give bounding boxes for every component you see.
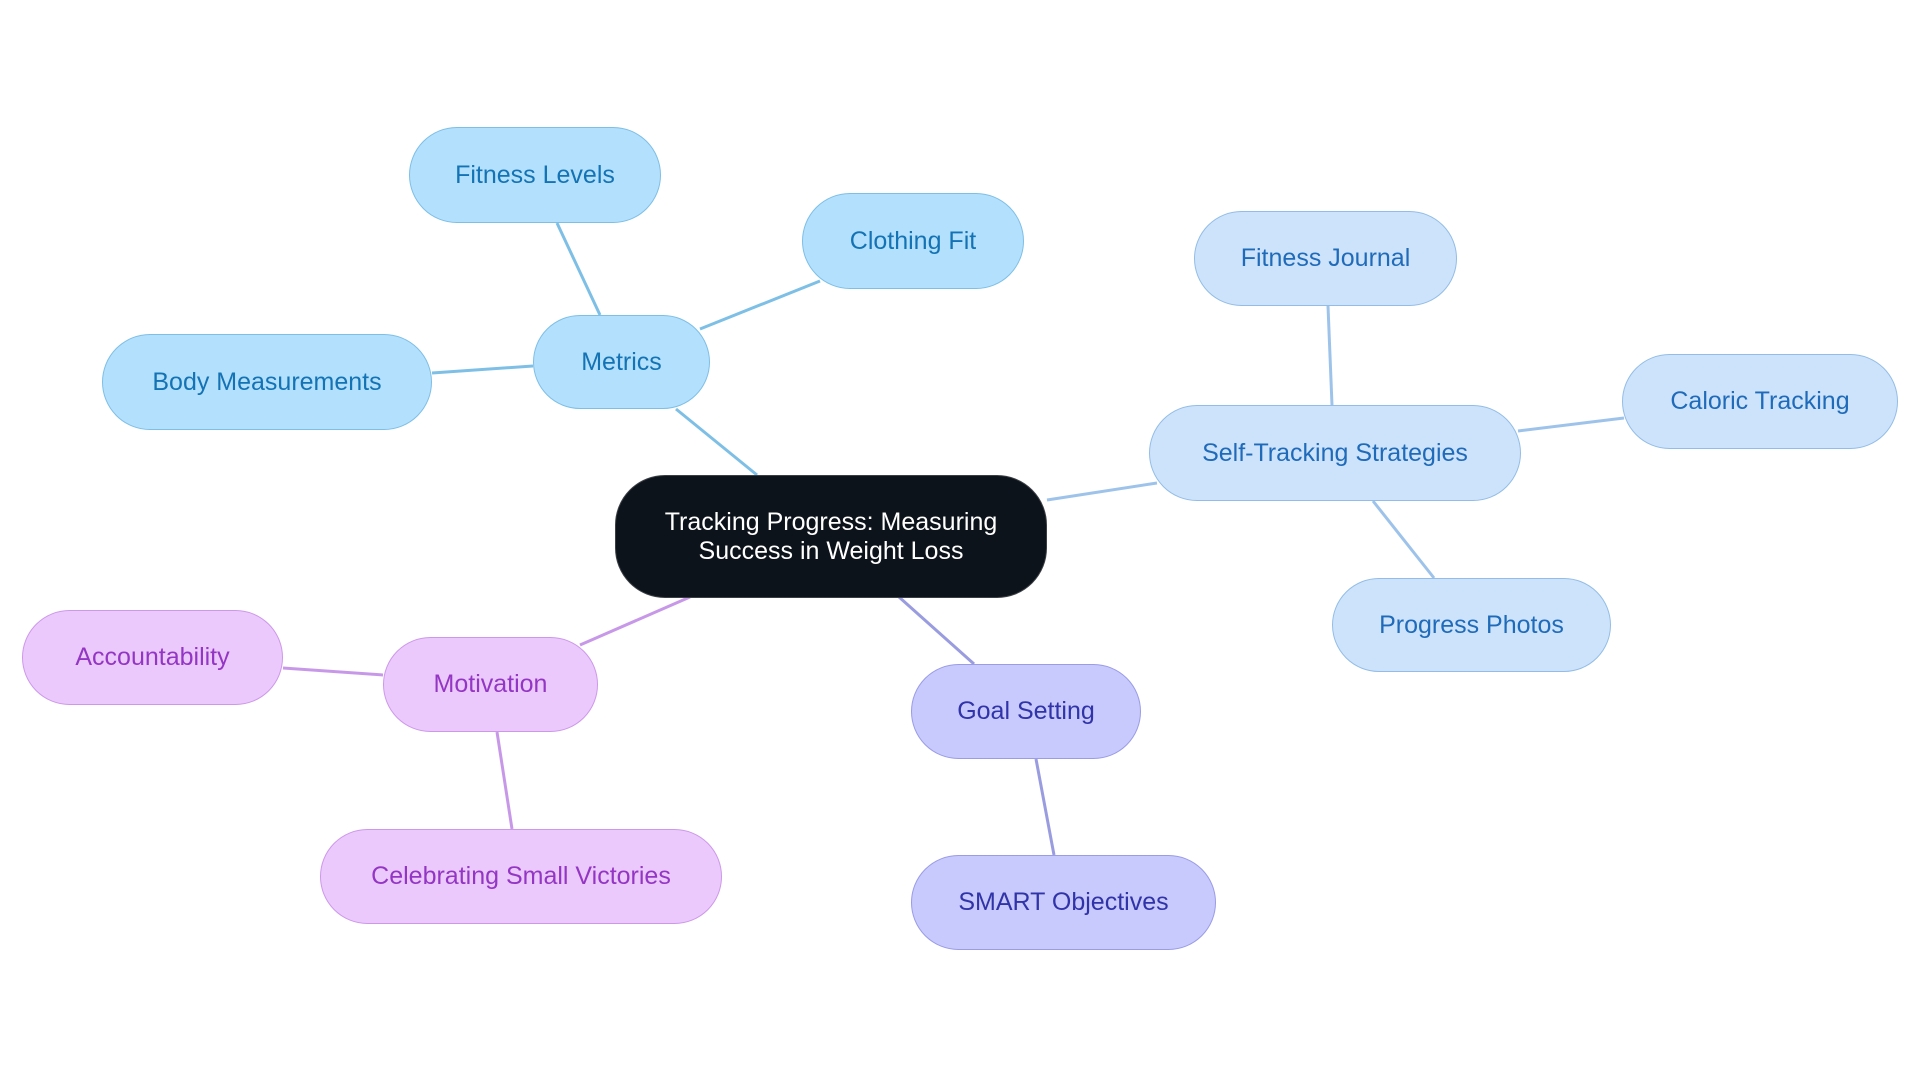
node-body-measurements[interactable]: Body Measurements xyxy=(102,334,432,430)
node-clothing-fit[interactable]: Clothing Fit xyxy=(802,193,1024,289)
edge-metrics-body-measurements xyxy=(431,364,534,375)
node-smart-objectives[interactable]: SMART Objectives xyxy=(911,855,1216,950)
edge-root-metrics xyxy=(675,407,758,477)
node-label: Celebrating Small Victories xyxy=(371,862,671,890)
root-label-line1: Tracking Progress: Measuring xyxy=(664,507,998,536)
edge-metrics-fitness-levels xyxy=(555,222,602,316)
root-label-line2: Success in Weight Loss xyxy=(698,536,964,565)
node-metrics[interactable]: Metrics xyxy=(533,315,710,409)
node-label: Progress Photos xyxy=(1379,610,1564,639)
node-fitness-journal[interactable]: Fitness Journal xyxy=(1194,211,1457,306)
node-label: Motivation xyxy=(433,670,548,698)
root-node[interactable]: Tracking Progress: Measuring Success in … xyxy=(615,475,1047,598)
edge-self-caloric-tracking xyxy=(1517,416,1625,433)
node-label: Accountability xyxy=(75,643,230,671)
node-goal-setting[interactable]: Goal Setting xyxy=(911,664,1141,759)
node-label: Caloric Tracking xyxy=(1670,387,1850,415)
edge-motivation-celebrating xyxy=(495,731,514,830)
node-celebrating-small-victories[interactable]: Celebrating Small Victories xyxy=(320,829,722,924)
node-caloric-tracking[interactable]: Caloric Tracking xyxy=(1622,354,1898,449)
node-label: Self-Tracking Strategies xyxy=(1202,438,1468,467)
node-label: Goal Setting xyxy=(957,697,1095,725)
node-progress-photos[interactable]: Progress Photos xyxy=(1332,578,1611,672)
edge-motivation-accountability xyxy=(282,666,384,677)
node-label: Clothing Fit xyxy=(849,226,977,255)
node-label: Body Measurements xyxy=(152,367,382,396)
node-fitness-levels[interactable]: Fitness Levels xyxy=(409,127,661,223)
node-label: Fitness Journal xyxy=(1240,244,1411,272)
edge-root-self-tracking xyxy=(1046,481,1158,502)
node-motivation[interactable]: Motivation xyxy=(383,637,598,732)
edge-self-fitness-journal xyxy=(1326,305,1334,406)
edge-root-goal-setting xyxy=(898,595,975,666)
node-label: Fitness Levels xyxy=(455,160,615,189)
node-label: SMART Objectives xyxy=(958,888,1169,916)
node-label: Metrics xyxy=(581,347,662,376)
edge-self-progress-photos xyxy=(1371,500,1436,579)
node-self-tracking-strategies[interactable]: Self-Tracking Strategies xyxy=(1149,405,1521,501)
node-accountability[interactable]: Accountability xyxy=(22,610,283,705)
edge-root-motivation xyxy=(579,595,691,647)
edge-metrics-clothing-fit xyxy=(699,279,821,331)
edge-goal-smart xyxy=(1034,758,1056,856)
